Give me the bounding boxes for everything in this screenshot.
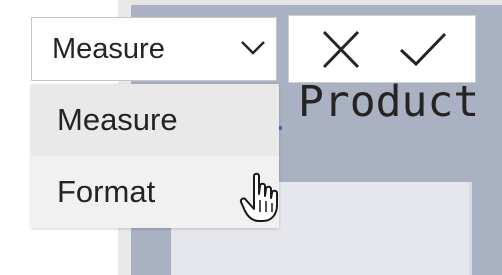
- hand-pointer-icon: [239, 172, 278, 222]
- mode-dropdown-value: Measure: [52, 32, 165, 65]
- canvas-visual-panel-edge: [469, 182, 472, 275]
- cancel-button[interactable]: [307, 24, 375, 76]
- mode-dropdown[interactable]: Measure: [31, 17, 277, 81]
- chevron-down-icon: [241, 41, 265, 55]
- canvas-title-text: Product: [298, 77, 480, 127]
- menu-item-measure[interactable]: Measure: [31, 84, 279, 156]
- selection-marker: [279, 126, 282, 130]
- close-icon: [322, 30, 360, 69]
- commit-button[interactable]: [389, 24, 457, 76]
- formula-actions: [288, 15, 476, 83]
- canvas-top-border: [131, 0, 502, 5]
- checkmark-icon: [399, 32, 447, 67]
